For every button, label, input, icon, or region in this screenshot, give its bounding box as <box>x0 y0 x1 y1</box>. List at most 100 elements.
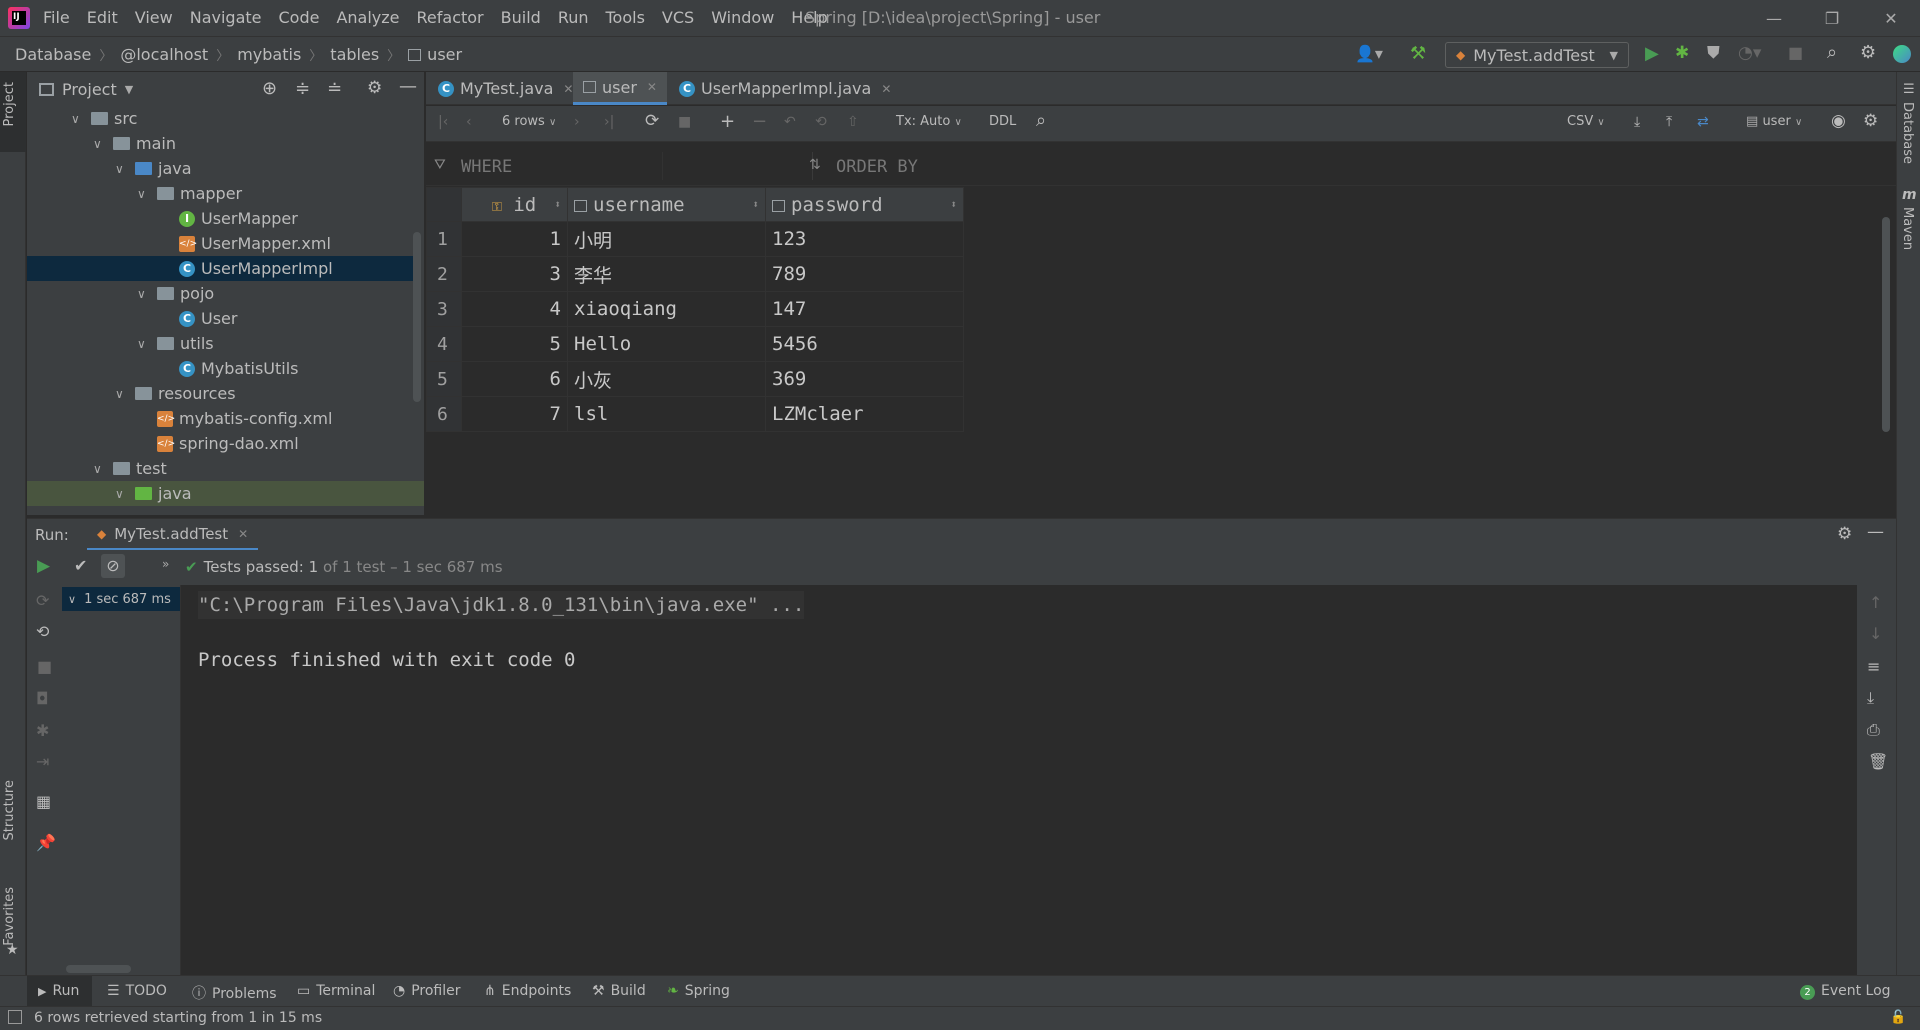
cell-username[interactable]: lsl <box>567 396 766 432</box>
cell-username[interactable]: xiaoqiang <box>567 291 766 327</box>
cell-id[interactable]: 1 <box>461 221 568 257</box>
project-view-selector[interactable]: Project <box>62 80 117 99</box>
run-settings-gear-icon[interactable]: ⚙ <box>1837 524 1852 544</box>
menu-view[interactable]: View <box>135 8 173 27</box>
sort-toggle-icon[interactable]: ⬍ <box>950 198 957 211</box>
project-tree-item[interactable]: </> mybatis-config.xml <box>137 406 332 431</box>
search-icon[interactable]: ⌕ <box>1827 42 1837 63</box>
cell-username[interactable]: Hello <box>567 326 766 362</box>
tool-tab-todo[interactable]: ☰ TODO <box>107 983 167 999</box>
favorites-side-tab[interactable]: Favorites <box>2 887 17 946</box>
project-tree-item[interactable]: C User <box>159 306 237 331</box>
hide-panel-icon[interactable]: — <box>399 76 417 97</box>
menu-edit[interactable]: Edit <box>87 8 118 27</box>
cell-password[interactable]: 789 <box>765 256 964 292</box>
project-tree-item[interactable]: I UserMapper <box>159 206 298 231</box>
restore-icon[interactable]: ❐ <box>1803 0 1861 36</box>
delete-row-icon[interactable]: − <box>752 111 767 132</box>
compare-icon[interactable]: ⇄ <box>1697 114 1709 130</box>
maven-side-tab[interactable]: Maven <box>1900 207 1915 250</box>
grid-settings-gear-icon[interactable]: ⚙ <box>1863 111 1878 131</box>
tool-tab-profiler[interactable]: ◔ Profiler <box>393 983 461 999</box>
breadcrumb-database[interactable]: Database <box>15 45 91 64</box>
project-tree-item[interactable]: ∨ pojo <box>137 281 214 306</box>
hide-run-panel-icon[interactable]: — <box>1867 522 1884 542</box>
project-tree-item[interactable]: </> spring-dao.xml <box>137 431 299 456</box>
chevron-down-icon[interactable]: ∨ <box>137 187 157 201</box>
run-tab-mytest-addtest[interactable]: ◆ MyTest.addTest ✕ <box>87 519 259 551</box>
tree-horizontal-scrollbar[interactable] <box>66 965 131 973</box>
project-tree-item[interactable]: C MybatisUtils <box>159 356 299 381</box>
cell-username[interactable]: 李华 <box>567 256 766 292</box>
project-side-tab[interactable]: Project <box>2 82 17 126</box>
menu-file[interactable]: File <box>43 8 70 27</box>
column-header-username[interactable]: username ⬍ <box>567 187 766 222</box>
close-tab-icon[interactable]: ✕ <box>647 80 657 94</box>
table-row[interactable]: 3 4 xiaoqiang 147 <box>426 291 964 327</box>
where-filter-input[interactable]: WHERE <box>461 157 512 177</box>
layout-icon[interactable]: ▦ <box>36 792 51 811</box>
cell-username[interactable]: 小灰 <box>567 361 766 397</box>
show-ignored-icon[interactable]: ⊘ <box>101 554 125 578</box>
table-row[interactable]: 6 7 lsl LZMclaer <box>426 396 964 432</box>
test-result-item[interactable]: ∨ 1 sec 687 ms <box>62 587 180 611</box>
expand-all-icon[interactable]: ≑ <box>295 78 310 99</box>
upload-top-icon[interactable]: ⤒ <box>1666 114 1672 130</box>
tool-tab-run[interactable]: ▶ Run <box>38 983 79 999</box>
toolbox-icon[interactable] <box>1893 45 1911 63</box>
soft-wrap-icon[interactable]: ≡ <box>1867 657 1880 676</box>
toggle-auto-test-icon[interactable]: ⟲ <box>36 622 49 641</box>
export-format-select[interactable]: CSV ∨ <box>1567 114 1605 129</box>
stop-run-icon[interactable]: ■ <box>37 657 52 676</box>
menu-tools[interactable]: Tools <box>606 8 645 27</box>
project-tree-item[interactable]: ∨ main <box>93 131 176 156</box>
stop-icon[interactable]: ■ <box>1788 43 1803 62</box>
tool-tab-spring[interactable]: ❧ Spring <box>667 983 730 999</box>
view-eye-icon[interactable]: ◉ <box>1831 111 1846 131</box>
last-page-icon[interactable]: ›| <box>604 114 614 130</box>
settings-gear-icon[interactable]: ⚙ <box>1860 42 1876 63</box>
search-grid-icon[interactable]: ⌕ <box>1036 110 1046 131</box>
chevron-down-icon[interactable]: ∨ <box>115 387 135 401</box>
tool-tab-problems[interactable]: ⓘ Problems <box>192 983 277 1003</box>
cell-id[interactable]: 4 <box>461 291 568 327</box>
breadcrumb-user[interactable]: user <box>427 45 462 64</box>
column-header-id[interactable]: ⚿ id ⬍ <box>461 187 568 222</box>
project-tree-item[interactable]: ∨ java <box>27 481 424 506</box>
table-row[interactable]: 1 1 小明 123 <box>426 221 964 257</box>
chevron-down-icon[interactable]: ▼ <box>125 83 133 96</box>
next-page-icon[interactable]: › <box>574 114 580 130</box>
exit-icon[interactable]: ⇥ <box>36 752 49 771</box>
download-icon[interactable]: ⤓ <box>1634 114 1640 130</box>
close-tab-icon[interactable]: ✕ <box>881 82 891 96</box>
revert-icon[interactable]: ↶ <box>784 114 796 130</box>
user-account-icon[interactable]: 👤▾ <box>1355 44 1383 63</box>
table-row[interactable]: 2 3 李华 789 <box>426 256 964 292</box>
locate-file-icon[interactable]: ⊕ <box>262 78 277 99</box>
ddl-button[interactable]: DDL <box>989 114 1016 129</box>
cell-id[interactable]: 6 <box>461 361 568 397</box>
cell-password[interactable]: 5456 <box>765 326 964 362</box>
tab-usermapperimpl-java[interactable]: C UserMapperImpl.java ✕ <box>669 72 901 105</box>
add-row-icon[interactable]: + <box>720 111 735 132</box>
rerun-icon[interactable]: ▶ <box>37 556 50 576</box>
tool-tab-terminal[interactable]: ▭ Terminal <box>297 983 375 999</box>
sort-toggle-icon[interactable]: ⬍ <box>554 198 561 211</box>
dump-threads-icon[interactable]: ◘ <box>36 689 49 708</box>
column-header-password[interactable]: password ⬍ <box>765 187 964 222</box>
menu-window[interactable]: Window <box>711 8 774 27</box>
chevron-down-icon[interactable]: ∨ <box>115 487 135 501</box>
menu-build[interactable]: Build <box>501 8 541 27</box>
transaction-mode-select[interactable]: Tx: Auto ∨ <box>896 114 962 129</box>
collapse-all-icon[interactable]: ≐ <box>327 78 342 99</box>
debug-icon[interactable]: ✱ <box>1675 43 1689 63</box>
scroll-up-icon[interactable]: ↑ <box>1869 593 1882 612</box>
project-tree-item[interactable]: ∨ resources <box>115 381 236 406</box>
chevron-down-icon[interactable]: ∨ <box>93 462 113 476</box>
chevron-down-icon[interactable]: ∨ <box>137 337 157 351</box>
profile-icon[interactable]: ◔▾ <box>1738 43 1761 63</box>
rows-count-select[interactable]: 6 rows ∨ <box>502 114 556 129</box>
previous-page-icon[interactable]: ‹ <box>466 114 472 130</box>
project-tree-item[interactable]: ∨ test <box>93 456 167 481</box>
project-tree-item[interactable]: ∨ utils <box>137 331 214 356</box>
